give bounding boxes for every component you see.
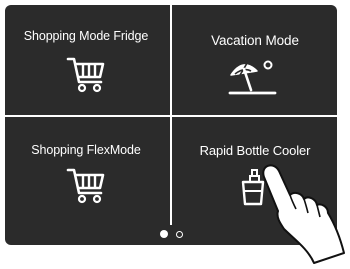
grid-divider-horizontal	[5, 115, 337, 117]
page-dot-active[interactable]	[159, 230, 168, 238]
shopping-cart-icon	[5, 55, 167, 95]
pointing-hand-icon	[254, 157, 350, 269]
tile-label: Shopping Mode Fridge	[23, 29, 149, 43]
shopping-cart-icon	[5, 166, 167, 206]
tile-shopping-mode-fridge[interactable]: Shopping Mode Fridge	[5, 5, 167, 108]
tile-shopping-flexmode[interactable]: Shopping FlexMode	[5, 122, 167, 225]
tile-label: Shopping FlexMode	[31, 143, 141, 157]
page-dot-inactive[interactable]	[175, 230, 183, 238]
tile-vacation-mode[interactable]: Vacation Mode	[174, 5, 336, 108]
tile-label: Rapid Bottle Cooler	[199, 143, 311, 158]
beach-umbrella-sun-icon	[174, 57, 336, 97]
tile-label: Vacation Mode	[211, 33, 299, 48]
